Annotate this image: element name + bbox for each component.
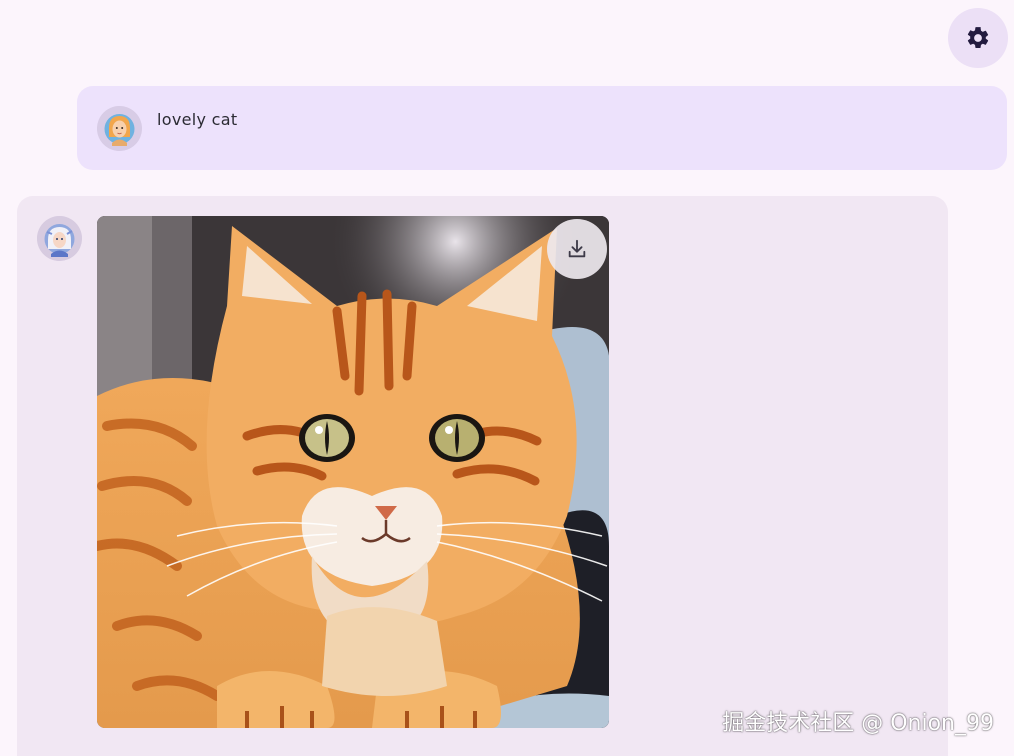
bot-avatar [37,216,82,261]
bot-message [17,196,948,756]
gear-icon [967,27,989,48]
settings-button[interactable] [948,8,1008,68]
download-button[interactable] [547,219,607,279]
user-message: lovely cat [77,86,1007,170]
orange-cat-illustration [97,216,609,728]
generated-cat-image[interactable] [97,216,609,728]
user-message-text: lovely cat [157,110,238,129]
user-avatar-illustration [97,106,142,151]
chat-page: lovely cat 掘金技术社区 @ Onion_99 [0,0,1014,756]
download-icon [568,239,586,258]
watermark-text: 掘金技术社区 @ Onion_99 [722,711,994,736]
user-avatar [97,106,142,151]
bot-avatar-illustration [37,216,82,261]
